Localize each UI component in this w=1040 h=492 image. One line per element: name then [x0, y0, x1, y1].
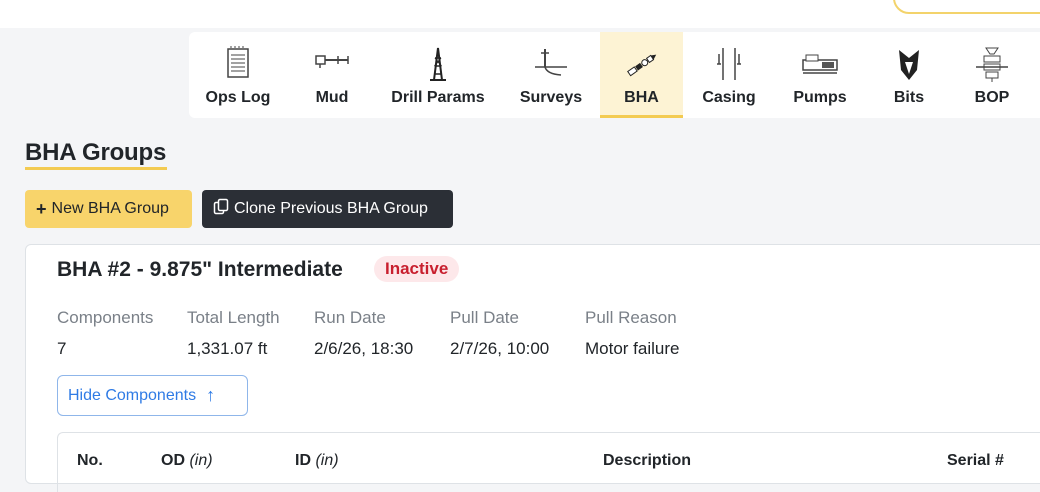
- report-tabs: Ops Log Mud Drill Params Surveys BHA Cas…: [189, 32, 1040, 118]
- bha-group-card: BHA #2 - 9.875" Intermediate Inactive Co…: [25, 244, 1040, 492]
- tab-label: Drill Params: [391, 89, 485, 106]
- bop-icon: [972, 44, 1012, 84]
- section-title-underline: [25, 167, 167, 170]
- tab-pumps[interactable]: Pumps: [779, 32, 861, 118]
- section-title: BHA Groups: [25, 139, 167, 166]
- top-search-pill[interactable]: [893, 0, 1040, 14]
- hide-components-button[interactable]: Hide Components ↑: [57, 375, 248, 416]
- stat-value: 1,331.07 ft: [187, 339, 268, 358]
- copy-icon: [213, 198, 229, 221]
- button-label: Hide Components: [68, 386, 197, 404]
- stat-pull-reason: Pull Reason Motor failure: [585, 308, 679, 359]
- stat-label: Run Date: [314, 308, 386, 327]
- tab-label: BOP: [974, 89, 1010, 106]
- tab-ops-log[interactable]: Ops Log: [189, 32, 287, 118]
- tab-label: Pumps: [793, 89, 847, 106]
- stat-label: Pull Reason: [585, 308, 677, 327]
- column-header-no: No.: [77, 452, 103, 469]
- tab-bop[interactable]: BOP: [959, 32, 1025, 118]
- bha-icon: [622, 44, 662, 84]
- status-badge: Inactive: [374, 256, 460, 282]
- pumps-icon: [800, 44, 840, 84]
- stat-label: Components: [57, 308, 154, 327]
- surveys-icon: [531, 44, 571, 84]
- column-header-serial: Serial #: [947, 452, 1004, 469]
- clone-previous-bha-group-button[interactable]: Clone Previous BHA Group: [202, 190, 453, 228]
- drill-rig-icon: [418, 44, 458, 84]
- stat-components: Components 7: [57, 308, 153, 359]
- tab-bits[interactable]: Bits: [879, 32, 939, 118]
- tab-surveys[interactable]: Surveys: [509, 32, 593, 118]
- stat-pull-date: Pull Date 2/7/26, 10:00: [450, 308, 549, 359]
- tab-label: Bits: [893, 89, 925, 106]
- button-label: New BHA Group: [51, 200, 169, 217]
- bits-icon: [889, 44, 929, 84]
- components-table-header: No. OD (in) ID (in) Description Serial #: [57, 432, 1040, 492]
- button-label: Clone Previous BHA Group: [234, 200, 428, 217]
- tab-bha[interactable]: BHA: [600, 32, 683, 118]
- top-bar: [0, 0, 1040, 28]
- tab-label: Mud: [315, 89, 349, 106]
- stat-value: Motor failure: [585, 339, 680, 358]
- tab-mud[interactable]: Mud: [297, 32, 367, 118]
- ops-log-icon: [218, 44, 258, 84]
- tab-drill-params[interactable]: Drill Params: [379, 32, 497, 118]
- tab-label: Ops Log: [205, 89, 271, 106]
- stat-label: Pull Date: [450, 308, 519, 327]
- stat-run-date: Run Date 2/6/26, 18:30: [314, 308, 413, 359]
- stat-value: 2/7/26, 10:00: [450, 339, 550, 358]
- tab-label: Casing: [702, 89, 756, 106]
- new-bha-group-button[interactable]: + New BHA Group: [25, 190, 192, 228]
- tab-casing[interactable]: Casing: [694, 32, 764, 118]
- mud-icon: [312, 44, 352, 84]
- stat-value: 2/6/26, 18:30: [314, 339, 414, 358]
- casing-icon: [709, 44, 749, 84]
- stat-value: 7: [57, 339, 67, 358]
- tab-label: Surveys: [519, 89, 583, 106]
- stat-label: Total Length: [187, 308, 280, 327]
- column-header-od: OD (in): [161, 452, 213, 469]
- plus-icon: +: [36, 199, 47, 219]
- stat-total-length: Total Length 1,331.07 ft: [187, 308, 280, 359]
- bha-title: BHA #2 - 9.875" Intermediate: [57, 258, 343, 281]
- column-header-id: ID (in): [295, 452, 339, 469]
- arrow-up-icon: ↑: [206, 385, 216, 405]
- tab-label: BHA: [624, 89, 659, 106]
- column-header-description: Description: [603, 452, 692, 469]
